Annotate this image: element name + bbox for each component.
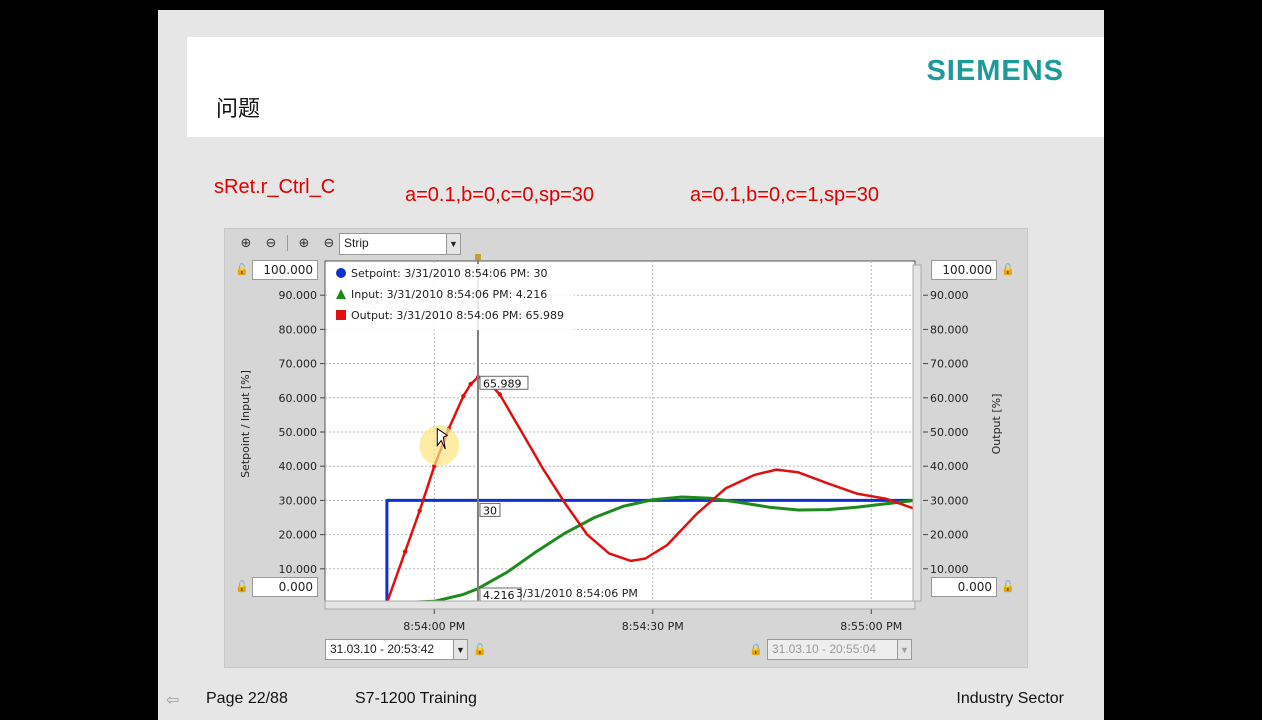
ruler-value-label: 30 [483,504,497,517]
left-axis-label: Setpoint / Input [%] [239,370,252,478]
ruler-handle[interactable] [474,254,481,260]
vertical-scrollbar[interactable] [912,264,922,602]
right-tick-label: 10.000 [930,563,969,576]
left-tick-label: 40.000 [279,460,318,473]
output-point [402,549,408,554]
legend-marker-square [336,310,346,320]
left-tick-label: 50.000 [279,426,318,439]
output-point [468,381,473,387]
slide: SIEMENS 问题 sRet.r_Ctrl_C a=0.1,b=0,c=0,s… [158,10,1104,720]
ruler-value-label: 65.989 [483,377,522,390]
note-variable: sRet.r_Ctrl_C [214,176,336,198]
output-point [461,393,466,399]
right-axis: 10.000 20.000 30.000 40.000 50.000 60.000 70.0… [923,289,969,576]
left-tick-label: 90.000 [279,289,318,302]
time-tick-label: 8:54:00 PM [403,620,465,633]
left-tick-label: 30.000 [279,494,318,507]
footer-sector: Industry Sector [956,690,1064,707]
footer-page: Page 22/88 [206,690,288,707]
right-tick-label: 20.000 [930,529,969,542]
right-axis-label: Output [%] [990,394,1003,455]
right-tick-label: 60.000 [930,392,969,405]
slide-title: 问题 [216,97,261,122]
right-tick-label: 80.000 [930,323,969,336]
output-point [497,392,503,397]
nav-arrow-icon[interactable]: ⇦ [166,690,179,710]
legend-label: Input: 3/31/2010 8:54:06 PM: 4.216 [351,288,547,301]
left-axis: 10.000 20.000 30.000 40.000 50.000 60.000 70.0… [279,289,325,576]
right-tick-label: 30.000 [930,494,969,507]
time-tick-label: 8:54:30 PM [622,620,684,633]
output-point [417,508,422,513]
ruler-time-label: 3/31/2010 8:54:06 PM [516,587,638,600]
right-tick-label: 50.000 [930,426,969,439]
footer-course: S7-1200 Training [355,690,477,707]
horizontal-scrollbar[interactable] [324,600,916,610]
note-params-2: a=0.1,b=0,c=1,sp=30 [690,184,880,206]
left-tick-label: 10.000 [279,563,318,576]
legend-label: Setpoint: 3/31/2010 8:54:06 PM: 30 [351,267,547,280]
slide-header: SIEMENS 问题 [187,37,1104,137]
legend: Setpoint: 3/31/2010 8:54:06 PM: 30 Input:… [329,264,574,330]
siemens-logo: SIEMENS [926,55,1064,87]
left-tick-label: 60.000 [279,392,318,405]
time-tick-label: 8:55:00 PM [840,620,902,633]
legend-label: Output: 3/31/2010 8:54:06 PM: 65.989 [351,309,564,322]
note-params-1: a=0.1,b=0,c=0,sp=30 [405,184,595,206]
right-tick-label: 40.000 [930,460,969,473]
left-tick-label: 70.000 [279,358,318,371]
trend-view: ⊕ ⊖ ⊕ ⊖ Strip ▼ 100.000 🔓 0.000 🔓 100.00… [224,228,1028,668]
left-tick-label: 20.000 [279,529,318,542]
left-tick-label: 80.000 [279,323,318,336]
ruler-value-label: 4.216 [483,589,515,602]
right-tick-label: 90.000 [930,289,969,302]
legend-marker-circle [336,268,346,278]
trend-chart[interactable]: 10.000 20.000 30.000 40.000 50.000 60.000 70.0… [225,229,1029,669]
right-tick-label: 70.000 [930,358,969,371]
time-axis: 8:54:00 PM 8:54:30 PM 8:55:00 PM [403,609,902,633]
